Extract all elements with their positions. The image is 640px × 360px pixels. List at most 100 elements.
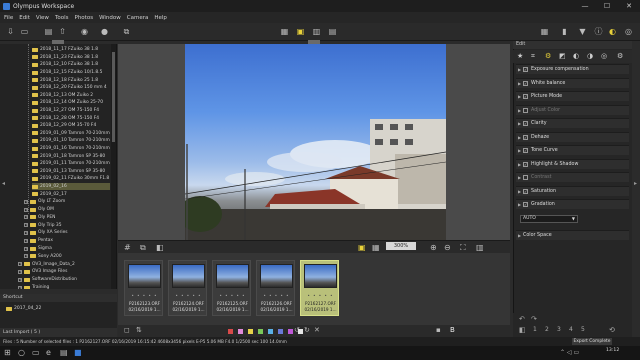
tree-folder[interactable]: 2018_12_29 OM 35-70 F4	[32, 122, 110, 130]
record-icon[interactable]: ●	[100, 27, 109, 36]
menu-camera[interactable]: Camera	[127, 15, 149, 21]
thumbnail-card[interactable]: • • • • • P2162125.ORF 02/16/2019 1...	[212, 260, 251, 316]
import-icon[interactable]: ⇩	[6, 27, 15, 36]
last-import[interactable]: Last Import ( 5 )	[0, 328, 117, 337]
checkbox[interactable]	[523, 175, 528, 180]
edge-icon[interactable]: e	[46, 348, 51, 358]
adjust-icon[interactable]: ⚙	[545, 52, 551, 60]
expand-icon[interactable]: +	[24, 230, 28, 235]
zoom-field[interactable]: 300%	[386, 242, 416, 250]
menu-help[interactable]: Help	[154, 15, 167, 21]
color-label-red[interactable]	[228, 329, 233, 334]
tree-folder[interactable]: 2018_12_28 OM 75-150 F4	[32, 114, 110, 122]
tree-scrollbar[interactable]	[111, 44, 116, 289]
tree-group[interactable]: + OV3_Image_Data_2	[18, 260, 108, 268]
checkbox[interactable]: ✓	[523, 188, 528, 194]
edit-section[interactable]: ▶ ✓ Dehaze	[516, 131, 629, 142]
tree-group[interactable]: + Oly OM	[24, 206, 114, 214]
tree-group[interactable]: + Oly LT Zoom	[24, 198, 114, 206]
thumbnail-card[interactable]: • • • • • P2162126.ORF 02/16/2019 1...	[256, 260, 295, 316]
reset-icon[interactable]: ⟲	[609, 326, 615, 334]
edit-mode-icon[interactable]: ◐	[608, 27, 617, 36]
edit-section[interactable]: ▶ ✓ Gradation	[516, 199, 629, 209]
expand-icon[interactable]: +	[18, 285, 22, 289]
checkbox[interactable]: ✓	[523, 134, 528, 140]
tree-group[interactable]: + Pentax	[24, 237, 114, 245]
tree-folder[interactable]: 2018_11_23 FZuiko 38 1.8	[32, 54, 110, 62]
menu-tools[interactable]: Tools	[55, 15, 69, 21]
size-large-icon[interactable]: B	[450, 326, 455, 335]
expand-icon[interactable]: +	[18, 277, 22, 282]
computer-icon[interactable]: ▭	[20, 27, 29, 36]
tree-group[interactable]: + Oly PEN	[24, 214, 114, 222]
upload-icon[interactable]: ⇧	[58, 27, 67, 36]
delete-icon[interactable]: ✕	[314, 326, 320, 335]
edit-section[interactable]: ▶ Adjust Color	[516, 104, 629, 115]
menu-window[interactable]: Window	[99, 15, 121, 21]
history-icon[interactable]: ◧	[519, 326, 526, 334]
checkbox[interactable]: ✓	[523, 161, 528, 167]
expand-icon[interactable]: +	[18, 262, 22, 267]
tree-folder[interactable]: 2018_12_18 FZuiko 25 1.8	[32, 76, 110, 84]
select-all-icon[interactable]: ◻	[124, 326, 130, 335]
expand-icon[interactable]: +	[18, 269, 22, 274]
color-label-green[interactable]	[258, 329, 263, 334]
tree-group[interactable]: + Oly Trip 35	[24, 221, 114, 229]
tree-folder[interactable]: 2018_12_20 FZuiko 150 mm 4	[32, 84, 110, 92]
fit-view-icon[interactable]: ▣	[358, 243, 366, 252]
compare-view-icon[interactable]: ▥	[312, 27, 321, 36]
info-icon[interactable]: ⓘ	[594, 27, 603, 36]
gradient-icon[interactable]: ◩	[559, 52, 566, 60]
rating-stars[interactable]: • • • • •	[259, 293, 294, 298]
color-label-pink[interactable]	[238, 329, 243, 334]
checkbox[interactable]: ✓	[523, 148, 528, 153]
camera-icon[interactable]: ◉	[80, 27, 89, 36]
rating-stars[interactable]: • • • • •	[303, 293, 338, 298]
wb-icon[interactable]: ◐	[573, 52, 579, 60]
tree-folder[interactable]: 2018_11_17 FZuiko 38 1.8	[32, 46, 110, 54]
collapse-right-icon[interactable]: ▸	[634, 180, 637, 187]
edit-section[interactable]: ▶ ✓ Exposure compensation	[516, 64, 629, 74]
expand-icon[interactable]: +	[24, 215, 28, 220]
tree-group[interactable]: + Training	[18, 284, 108, 289]
tree-folder[interactable]: 2018_12_10 FZuiko 38 1.8	[32, 61, 110, 69]
expand-icon[interactable]: +	[24, 254, 28, 259]
size-small-icon[interactable]: ▪	[436, 326, 441, 335]
checkbox[interactable]: ✓	[523, 202, 528, 207]
tree-folder[interactable]: 2019_01_16 Tamron 70-210mm	[32, 145, 110, 153]
thumbnail-card[interactable]: • • • • • P2162124.ORF 02/16/2019 1...	[168, 260, 207, 316]
tree-group[interactable]: + Oly XA Series	[24, 229, 114, 237]
checkbox[interactable]: ✓	[523, 67, 528, 72]
settings-icon[interactable]: ⚙	[617, 52, 623, 60]
zoom-out-icon[interactable]: ⊖	[444, 243, 451, 252]
filter-icon[interactable]: ▼	[578, 27, 587, 36]
task-view-icon[interactable]: ▭	[32, 348, 40, 358]
expand-icon[interactable]: +	[24, 207, 28, 212]
workspace-app-icon[interactable]: ■	[74, 348, 82, 358]
thumbnail-card[interactable]: • • • • • P2162123.ORF 02/16/2019 1...	[124, 260, 163, 316]
checkbox[interactable]: ✓	[523, 94, 528, 99]
tree-folder[interactable]: 2019_01_13 Tamron SP 35-80	[32, 168, 110, 176]
rating-stars[interactable]: • • • • •	[215, 293, 250, 298]
menu-photos[interactable]: Photos	[75, 15, 94, 21]
scroll-thumb[interactable]	[112, 52, 115, 142]
color-label-blue[interactable]	[278, 329, 283, 334]
page-5[interactable]: 5	[581, 326, 585, 334]
section-color-space[interactable]: ▶ Color Space	[516, 230, 629, 240]
tree-folder[interactable]: 2019_02_17	[32, 190, 110, 198]
edit-section[interactable]: ▶ ✓ Saturation	[516, 185, 629, 196]
color-label-yellow[interactable]	[248, 329, 253, 334]
thumbnail-card[interactable]: • • • • • P2162127.ORF 02/16/2019 1...	[300, 260, 339, 316]
edit-section[interactable]: ▶ ✓ Tone Curve	[516, 145, 629, 155]
rating-stars[interactable]: • • • • •	[127, 293, 162, 298]
edit-section[interactable]: ▶ ✓ Highlight & Shadow	[516, 158, 629, 169]
crop-icon[interactable]: ⌗	[531, 52, 535, 60]
rotate-right-icon[interactable]: ↻	[304, 326, 310, 335]
compare-icon[interactable]: ⧉	[140, 243, 146, 252]
color-label-purple[interactable]	[288, 329, 293, 334]
expand-icon[interactable]: +	[24, 223, 28, 228]
histogram-icon[interactable]: ◧	[156, 243, 164, 252]
tree-group[interactable]: + Sigma	[24, 245, 114, 253]
export-complete-button[interactable]: Export Complete	[572, 338, 612, 345]
edit-section[interactable]: ▶ ✓ White balance	[516, 77, 629, 88]
